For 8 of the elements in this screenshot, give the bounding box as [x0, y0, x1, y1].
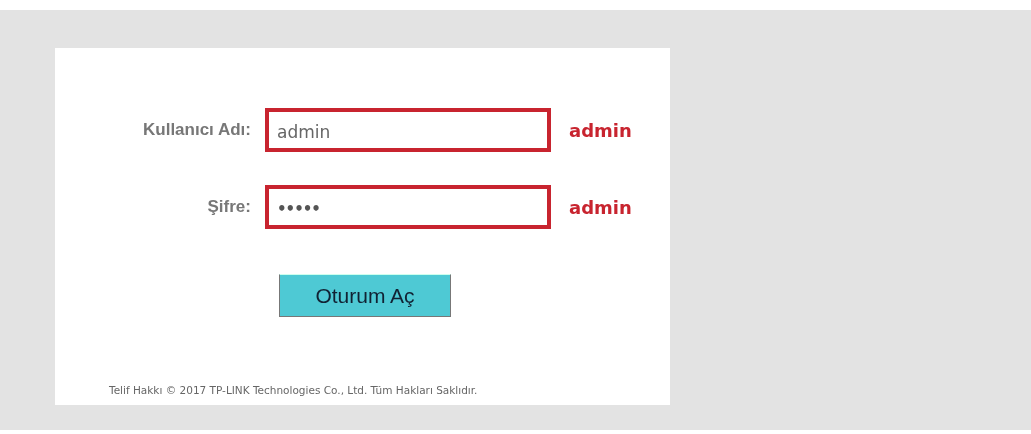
- copyright-text: Telif Hakkı © 2017 TP-LINK Technologies Co., Ltd. Tüm Hakları Saklıdır.: [109, 383, 478, 399]
- field-label: Şifre:: [206, 196, 252, 219]
- field-label: Kullanıcı Adı:: [142, 119, 252, 142]
- password-field[interactable]: •••••: [265, 185, 551, 229]
- username-field[interactable]: admin: [265, 108, 551, 152]
- login-button[interactable]: Oturum Aç: [279, 274, 451, 317]
- annotation-text: admin: [569, 195, 632, 220]
- annotation-text: admin: [569, 118, 632, 143]
